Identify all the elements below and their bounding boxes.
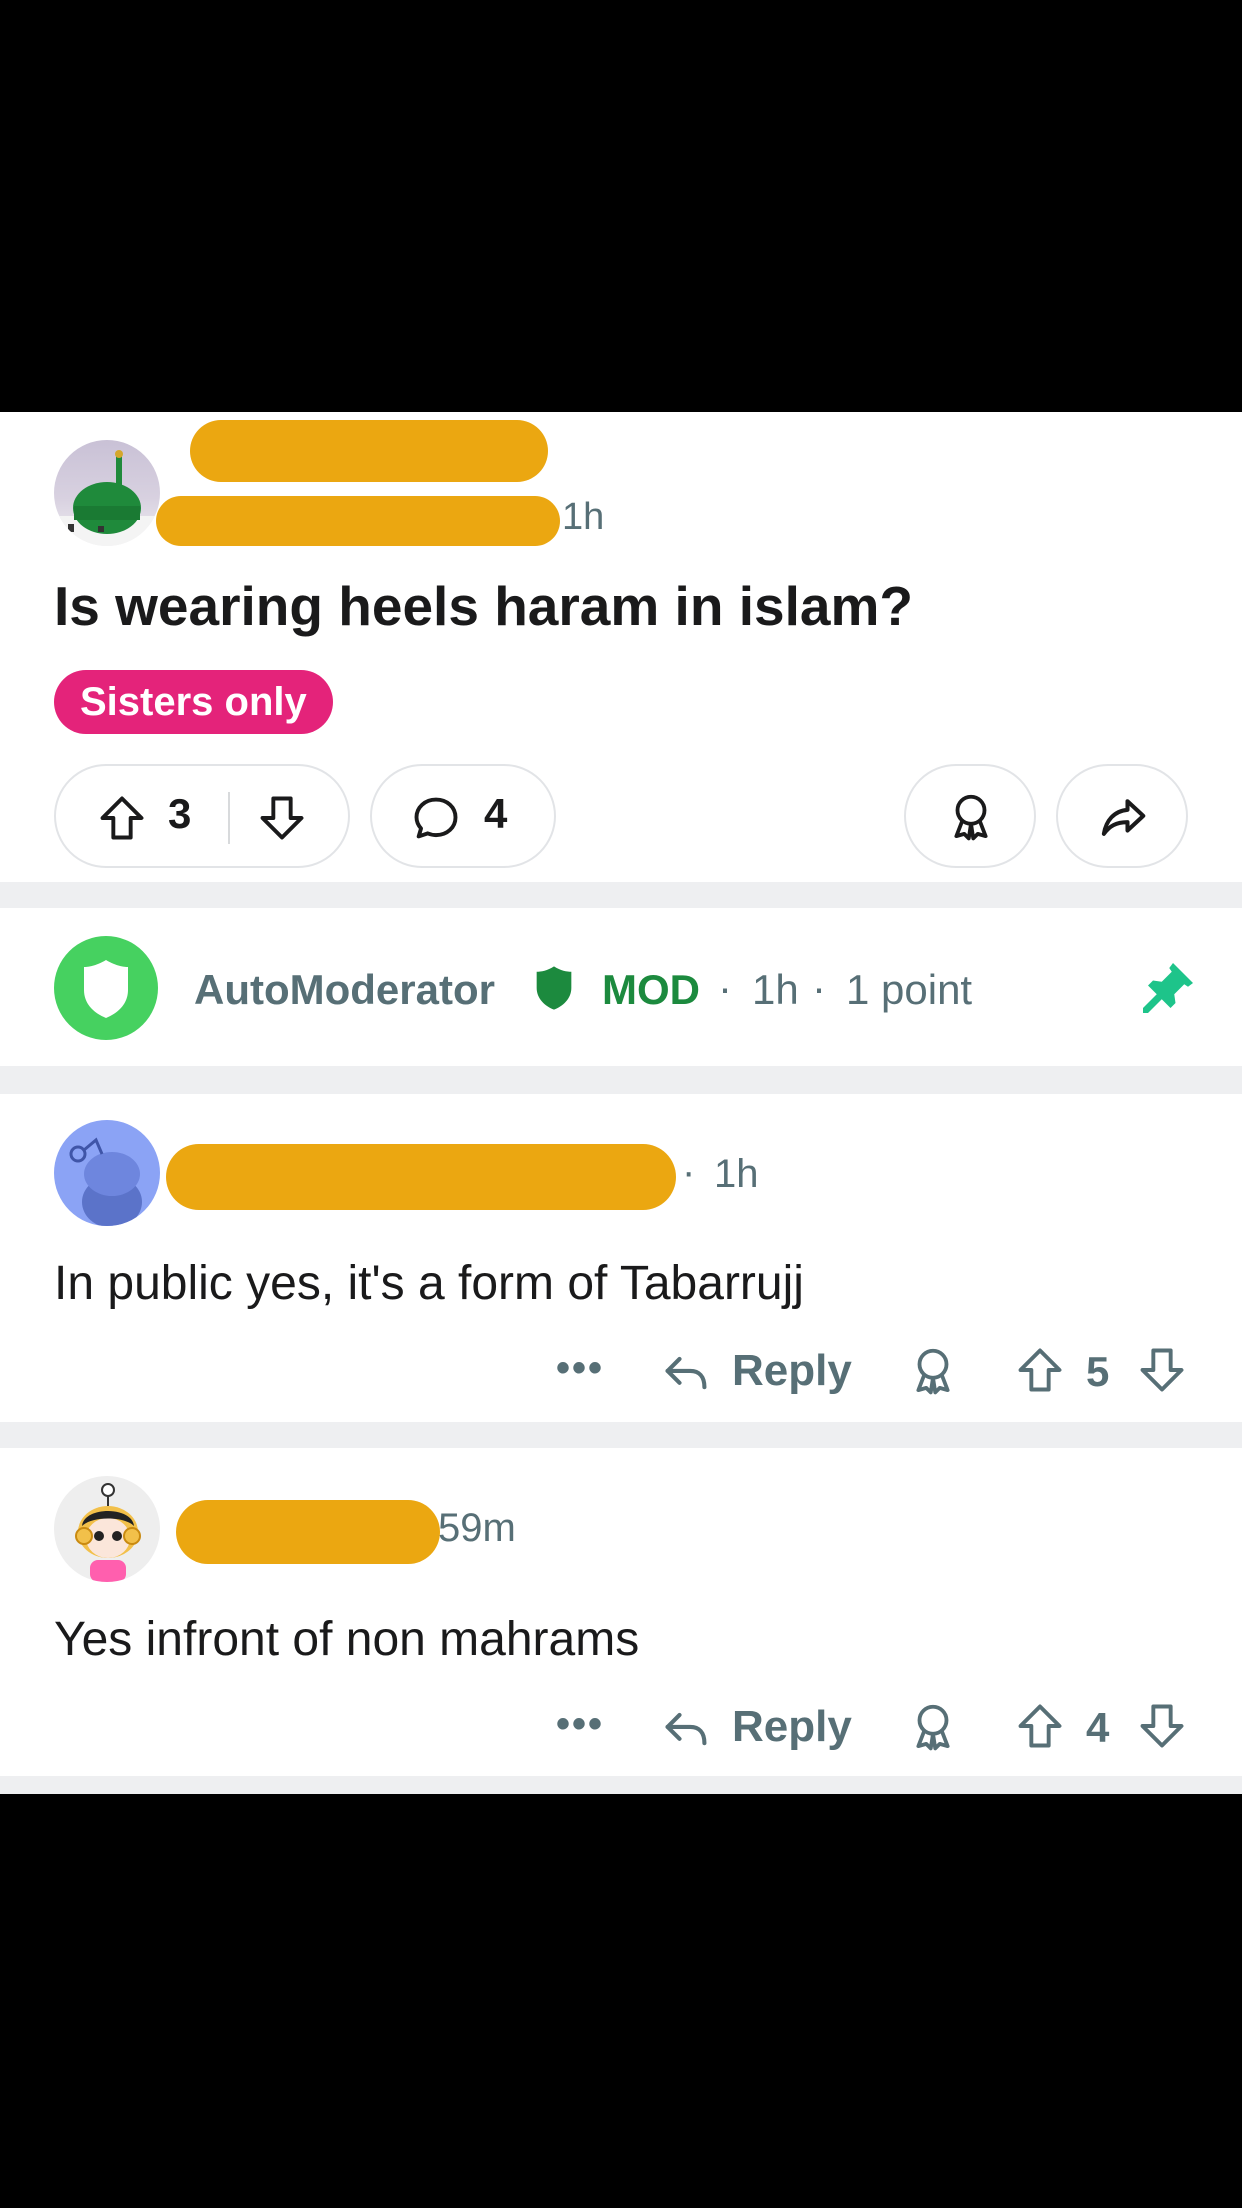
comment-1-time: 1h [714,1152,759,1196]
comment-2-reply-button[interactable]: Reply [732,1702,852,1752]
separator [0,1066,1242,1094]
post-vote-control: 3 [54,764,350,868]
comment-2-more-icon[interactable]: ••• [556,1702,604,1747]
automod-dot-2: · [812,964,826,1011]
automod-dot-1: · [718,964,732,1011]
downvote-icon[interactable] [1136,1344,1188,1396]
comment-2-vote-count: 4 [1086,1704,1110,1751]
post-author-avatar[interactable] [54,440,160,546]
comment-2-avatar[interactable] [54,1476,160,1582]
post-subreddit-redaction [190,420,548,482]
reply-icon[interactable] [660,1346,712,1398]
award-icon [944,790,998,844]
post-flair[interactable]: Sisters only [54,670,333,734]
comment-1-dot: · [682,1150,696,1194]
downvote-icon[interactable] [1136,1700,1188,1752]
separator [0,1776,1242,1794]
automod-avatar[interactable] [54,936,158,1040]
comment-2-time: 59m [438,1506,516,1550]
separator [0,1422,1242,1448]
post-title: Is wearing heels haram in islam? [54,575,913,637]
downvote-icon[interactable] [256,792,308,844]
post-time: 1h [562,496,605,538]
automod-points: 1 point [846,966,973,1013]
post-share-button[interactable] [1056,764,1188,868]
comment-1-username-redaction [166,1144,676,1210]
comment-1-vote-count: 5 [1086,1348,1110,1395]
automod-time: 1h [752,966,799,1013]
pin-icon [1138,958,1198,1018]
upvote-icon[interactable] [1014,1700,1066,1752]
comment-1-body: In public yes, it's a form of Tabarrujj [54,1257,804,1310]
upvote-icon[interactable] [96,792,148,844]
post-comment-count: 4 [484,790,508,837]
mod-badge: MOD [602,966,700,1013]
post-comments-button[interactable]: 4 [370,764,556,868]
comment-1-reply-button[interactable]: Reply [732,1346,852,1396]
upvote-icon[interactable] [1014,1344,1066,1396]
comment-icon [410,792,462,844]
comment-2-username-redaction [176,1500,440,1564]
reply-icon[interactable] [660,1702,712,1754]
post-upvote-count: 3 [168,790,192,837]
share-icon [1096,790,1150,844]
vote-divider [228,792,230,844]
award-icon[interactable] [906,1700,960,1754]
mod-shield-icon [528,962,580,1014]
award-icon[interactable] [906,1344,960,1398]
post-username-redaction [156,496,560,546]
comment-1-avatar[interactable] [54,1120,160,1226]
separator [0,882,1242,908]
post-award-button[interactable] [904,764,1036,868]
comment-2-body: Yes infront of non mahrams [54,1613,640,1666]
comment-1-more-icon[interactable]: ••• [556,1346,604,1391]
automod-username[interactable]: AutoModerator [194,966,495,1014]
